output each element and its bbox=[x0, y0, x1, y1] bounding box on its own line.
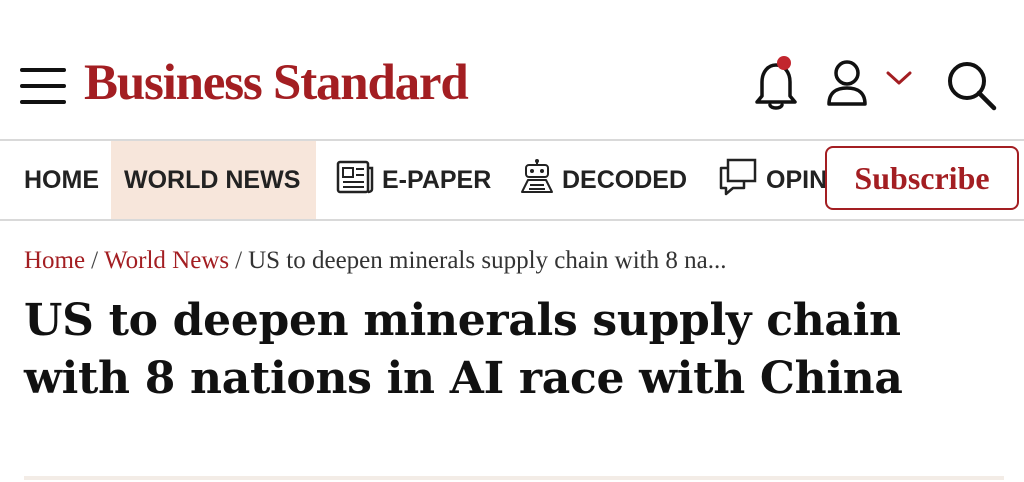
bell-icon[interactable] bbox=[750, 56, 802, 112]
nav-item-label: WORLD NEWS bbox=[124, 165, 301, 194]
site-logo[interactable]: Business Standard bbox=[84, 54, 469, 112]
breadcrumb-world-news[interactable]: World News bbox=[104, 247, 229, 274]
nav-item-label: OPINION bbox=[766, 165, 828, 194]
menu-icon[interactable] bbox=[20, 68, 68, 106]
breadcrumb-current: US to deepen minerals supply chain with … bbox=[248, 247, 727, 274]
search-icon[interactable] bbox=[942, 58, 1000, 112]
nav-item-world-news[interactable]: WORLD NEWS bbox=[111, 141, 316, 219]
breadcrumb-separator: / bbox=[235, 247, 243, 274]
chat-bubble-icon bbox=[718, 158, 758, 203]
nav-item-opinion[interactable]: OPINION bbox=[718, 141, 828, 219]
nav-item-label: HOME bbox=[24, 165, 99, 194]
nav-item-e-paper[interactable]: E-PAPER bbox=[336, 141, 491, 219]
nav-item-home[interactable]: HOME bbox=[24, 141, 99, 219]
breadcrumb: Home / World News / US to deepen minerals su… bbox=[24, 247, 726, 275]
newspaper-icon bbox=[336, 159, 374, 202]
subscribe-button[interactable]: Subscribe bbox=[825, 146, 1019, 210]
nav-item-label: DECODED bbox=[562, 165, 688, 194]
breadcrumb-home[interactable]: Home bbox=[24, 247, 85, 274]
nav-divider bbox=[0, 219, 1024, 221]
notification-dot bbox=[777, 56, 791, 70]
user-icon[interactable] bbox=[824, 58, 870, 108]
top-header: Business Standard bbox=[0, 0, 1024, 140]
chevron-down-icon[interactable] bbox=[882, 68, 916, 90]
nav-item-decoded[interactable]: DECODED bbox=[520, 141, 687, 219]
article-headline: US to deepen minerals supply chain with … bbox=[24, 295, 903, 404]
robot-icon bbox=[520, 158, 554, 203]
content-divider bbox=[24, 476, 1004, 480]
breadcrumb-separator: / bbox=[91, 247, 99, 274]
nav-item-label: E-PAPER bbox=[382, 165, 492, 194]
